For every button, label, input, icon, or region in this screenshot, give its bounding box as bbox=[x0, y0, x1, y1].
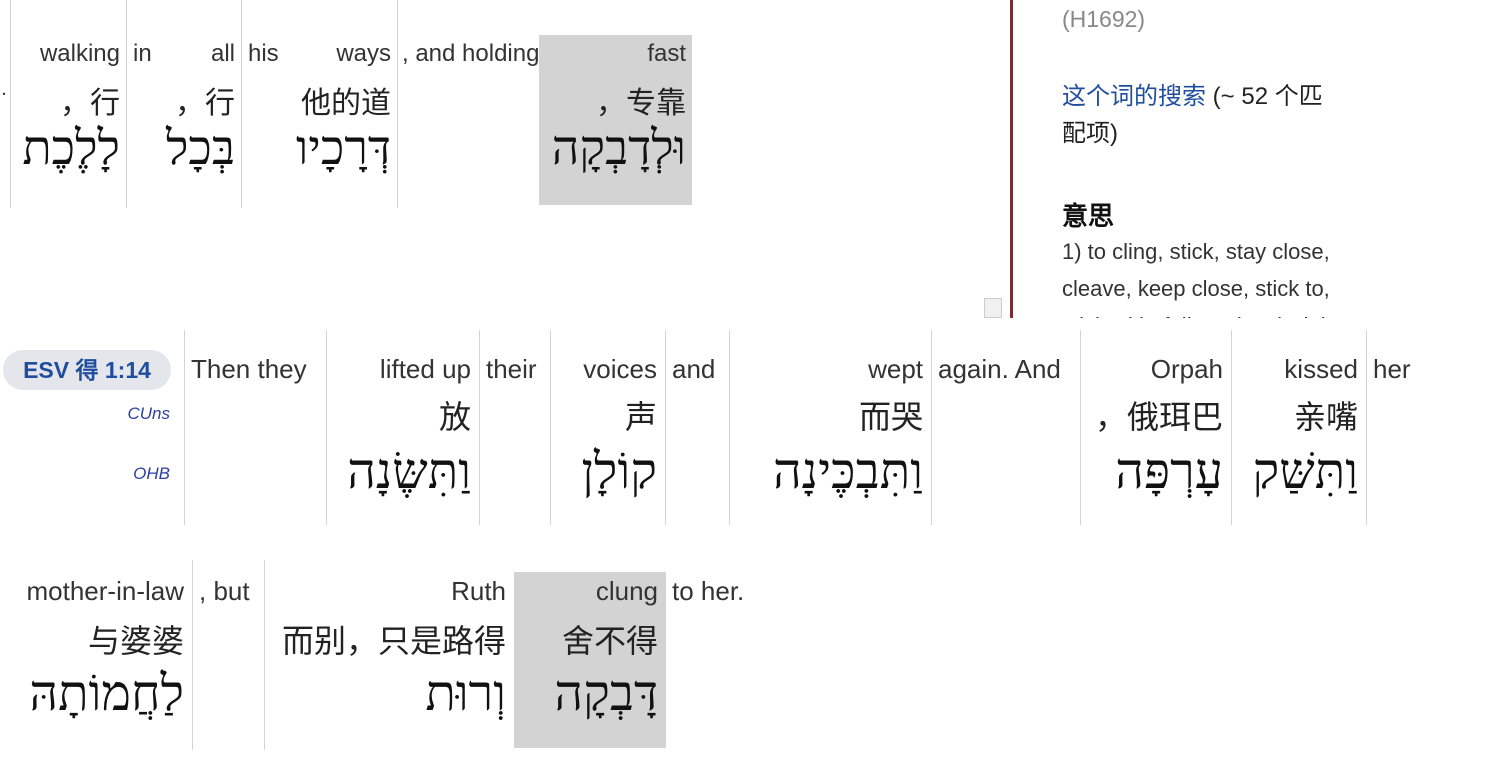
word-hebrew[interactable]: בְּכָל bbox=[127, 120, 241, 176]
word-cell[interactable]: Then they bbox=[184, 330, 326, 525]
word-english: lifted up bbox=[379, 354, 471, 384]
strongs-number: (H1692) bbox=[1062, 6, 1146, 32]
word-english: wept bbox=[868, 354, 923, 384]
word-english: Ruth bbox=[451, 576, 506, 606]
word-english: clung bbox=[595, 576, 658, 606]
word-cell[interactable]: , and holding bbox=[397, 0, 539, 208]
word-hebrew[interactable]: דְּרָכָיו bbox=[242, 120, 397, 176]
word-chinese: ，专靠 bbox=[596, 87, 686, 120]
word-hebrew[interactable]: וַתִּבְכֶּינָה bbox=[730, 442, 931, 500]
scrollbar-thumb[interactable] bbox=[984, 298, 1002, 318]
word-cell[interactable]: to her. bbox=[666, 560, 786, 750]
word-english: Orpah bbox=[1150, 354, 1223, 384]
word-cell[interactable]: , but bbox=[192, 560, 264, 750]
word-english: fast bbox=[647, 40, 686, 67]
word-chinese: ，行 bbox=[175, 87, 235, 120]
word-chinese: 他的道 bbox=[301, 87, 391, 120]
search-info: 这个词的搜索 (~ 52 个匹配项) bbox=[1062, 78, 1342, 152]
word-hebrew[interactable]: קוֹלָן bbox=[551, 442, 665, 500]
word-chinese: ，行 bbox=[60, 87, 120, 120]
word-cell[interactable]: again. And bbox=[931, 330, 1080, 525]
word-hebrew[interactable]: עָרְפָּה bbox=[1081, 442, 1231, 500]
lexicon-panel: (H1692) 这个词的搜索 (~ 52 个匹配项) 意思 1) to clin… bbox=[1010, 0, 1500, 318]
word-chinese: 而哭 bbox=[858, 399, 923, 435]
word-cell-clipped[interactable]: ּ bbox=[0, 0, 10, 208]
word-english: again. And bbox=[938, 354, 1061, 384]
word-chinese: ּ bbox=[0, 78, 10, 112]
word-english: voices bbox=[583, 354, 657, 384]
word-english: their bbox=[486, 354, 537, 384]
word-english: to her. bbox=[672, 576, 745, 606]
word-cell-highlighted[interactable]: clung 舍不得 דָּבְקָה bbox=[514, 572, 666, 748]
word-english: her bbox=[1373, 354, 1411, 384]
word-english: mother-in-law bbox=[26, 576, 185, 606]
word-hebrew[interactable]: וּלְדָבְקָה bbox=[539, 120, 692, 176]
word-hebrew[interactable]: לָלֶכֶת bbox=[11, 120, 126, 176]
word-english: , but bbox=[199, 576, 250, 606]
word-cell[interactable]: lifted up 放 וַתִּשֶּׂנָה bbox=[326, 330, 479, 525]
verse-reference-badge[interactable]: ESV 得 1:14 bbox=[3, 350, 171, 390]
word-hebrew[interactable]: דָּבְקָה bbox=[514, 664, 666, 722]
word-chinese: 与婆婆 bbox=[87, 623, 184, 659]
word-cell[interactable]: their bbox=[479, 330, 550, 525]
word-english: ways bbox=[336, 40, 391, 67]
word-chinese: ，俄珥巴 bbox=[1094, 399, 1223, 435]
meaning-text: 1) to cling, stick, stay close, cleave, … bbox=[1062, 239, 1338, 318]
word-hebrew[interactable]: וְרוּת bbox=[265, 664, 514, 722]
word-english: and bbox=[672, 354, 716, 384]
word-search-link[interactable]: 这个词的搜索 bbox=[1062, 83, 1206, 110]
word-cell[interactable]: and bbox=[665, 330, 729, 525]
word-cell[interactable]: walking ，行 לָלֶכֶת bbox=[10, 0, 126, 208]
previous-verse-panel: ּ walking ，行 לָלֶכֶת in all ，行 בְּכָל hi… bbox=[0, 0, 1003, 320]
meaning-heading: 意思 bbox=[1062, 201, 1115, 231]
word-english: , and holding bbox=[402, 40, 540, 67]
word-cell[interactable]: her bbox=[1366, 330, 1436, 525]
word-cell[interactable]: mother-in-law 与婆婆 לַחֲמוֹתָהּ bbox=[0, 560, 192, 750]
word-english: Then they bbox=[191, 354, 307, 384]
word-cell[interactable]: in all ，行 בְּכָל bbox=[126, 0, 241, 208]
row-label-ohb: OHB bbox=[133, 464, 170, 483]
word-cell[interactable]: kissed 亲嘴 וַתִּשַּׁק bbox=[1231, 330, 1366, 525]
word-english: kissed bbox=[1284, 354, 1358, 384]
word-chinese: 放 bbox=[438, 399, 471, 435]
word-hebrew[interactable]: לַחֲמוֹתָהּ bbox=[0, 664, 192, 722]
verse-panel: ESV 得 1:14 CUns OHB Then they lifted up … bbox=[0, 330, 1500, 530]
word-english: all bbox=[210, 40, 235, 67]
word-hebrew[interactable]: וַתִּשֶּׂנָה bbox=[327, 442, 479, 500]
word-hebrew[interactable]: וַתִּשַּׁק bbox=[1232, 442, 1366, 500]
word-english: walking bbox=[39, 40, 120, 67]
word-chinese: 舍不得 bbox=[561, 623, 658, 659]
verse-continuation-panel: mother-in-law 与婆婆 לַחֲמוֹתָהּ , but Ruth… bbox=[0, 560, 1500, 765]
row-label-cuns: CUns bbox=[127, 404, 170, 423]
word-chinese: 而别，只是路得 bbox=[281, 623, 506, 659]
word-chinese: 声 bbox=[624, 399, 657, 435]
word-cell[interactable]: voices 声 קוֹלָן bbox=[550, 330, 665, 525]
word-cell[interactable]: his ways 他的道 דְּרָכָיו bbox=[241, 0, 397, 208]
word-chinese: 亲嘴 bbox=[1293, 399, 1358, 435]
word-cell[interactable]: wept 而哭 וַתִּבְכֶּינָה bbox=[729, 330, 931, 525]
word-cell[interactable]: Orpah ，俄珥巴 עָרְפָּה bbox=[1080, 330, 1231, 525]
word-cell[interactable]: Ruth 而别，只是路得 וְרוּת bbox=[264, 560, 514, 750]
word-cell-highlighted[interactable]: fast ，专靠 וּלְדָבְקָה bbox=[539, 35, 692, 205]
panel-divider bbox=[1010, 0, 1013, 318]
